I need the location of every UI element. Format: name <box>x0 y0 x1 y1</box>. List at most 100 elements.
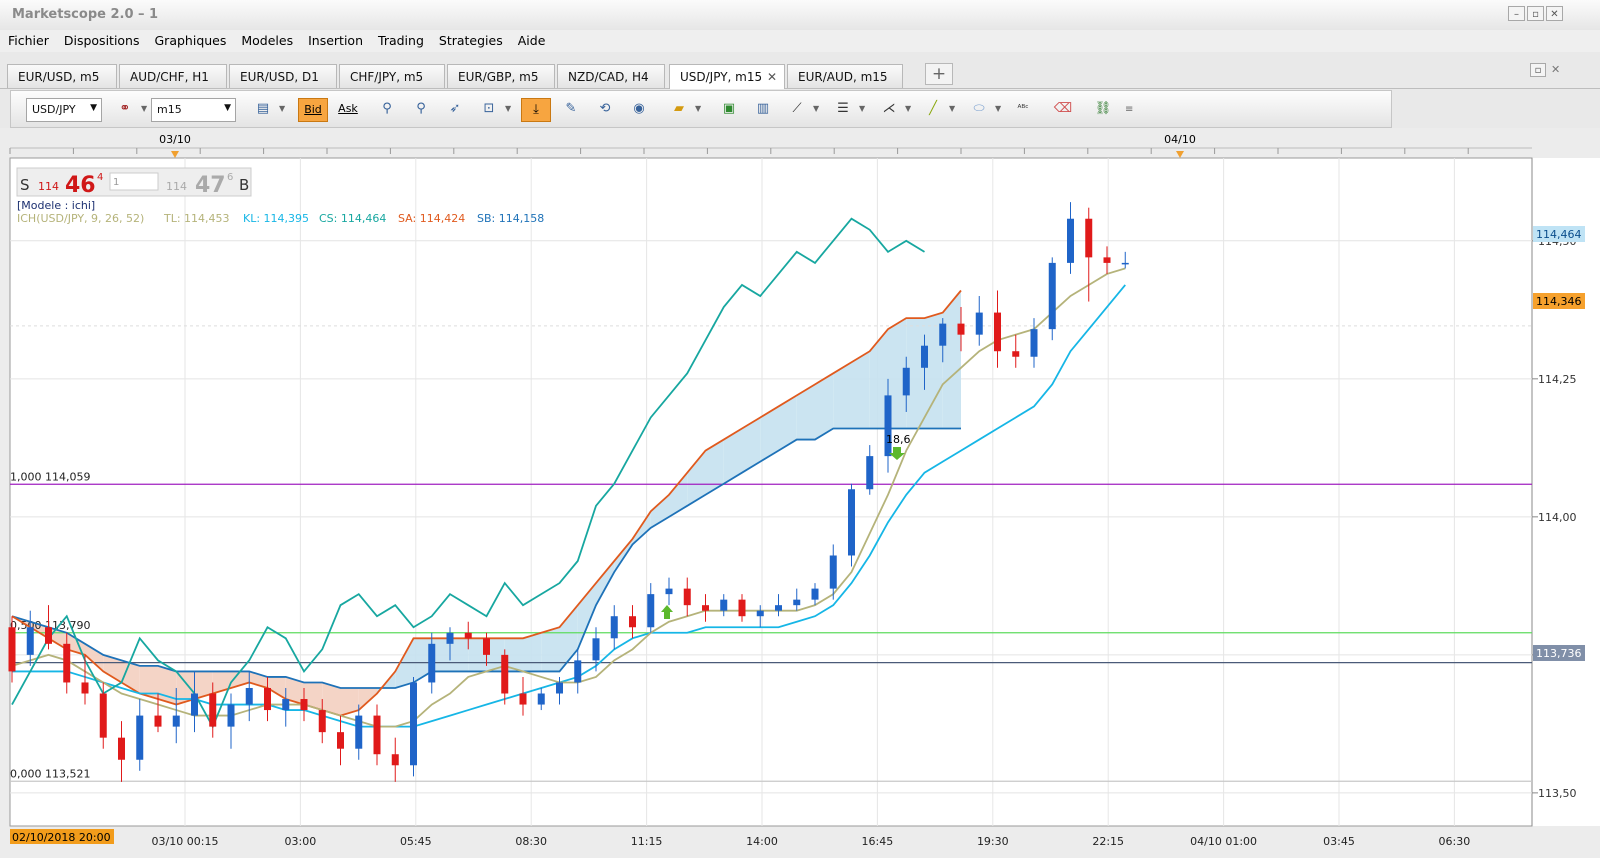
candle-body <box>172 715 180 727</box>
candle-body <box>154 715 162 727</box>
sell-price-fraction: 4 <box>97 172 103 183</box>
candle-body <box>975 312 983 335</box>
candle-body <box>921 345 928 368</box>
candle-body <box>355 715 363 749</box>
time-axis-label: 14:00 <box>746 835 778 848</box>
buy-label[interactable]: B <box>239 176 249 194</box>
sell-label[interactable]: S <box>20 176 30 194</box>
time-axis-label: 11:15 <box>631 835 663 848</box>
cloud-segment <box>942 290 961 429</box>
time-axis-label: 03/10 00:15 <box>152 835 219 848</box>
candle-body <box>738 599 746 617</box>
candle-body <box>683 588 691 606</box>
candle-body <box>318 710 326 733</box>
fibonacci-level-label: 1,000 114,059 <box>10 470 90 483</box>
candle-body <box>665 588 673 595</box>
time-axis-label: 06:30 <box>1439 835 1471 848</box>
candle-body <box>264 687 271 711</box>
candle-body <box>720 599 728 611</box>
signal-label: 18,6 <box>886 433 911 446</box>
legend-senkou-a: SA: 114,424 <box>398 212 465 225</box>
candle-body <box>829 555 837 589</box>
candle-body <box>191 693 198 716</box>
candle-body <box>245 687 253 705</box>
price-tag-hline-text: 113,736 <box>1536 647 1582 660</box>
candle-body <box>227 704 235 727</box>
candle-body <box>775 605 782 611</box>
candle-body <box>8 627 16 672</box>
candle-body <box>45 627 52 644</box>
legend-tenkan: TL: 114,453 <box>163 212 230 225</box>
time-axis-label: 04/10 01:00 <box>1190 835 1257 848</box>
candle-body <box>483 638 490 655</box>
time-axis-label: 19:30 <box>977 835 1009 848</box>
candle-body <box>300 699 308 711</box>
cloud-segment <box>851 351 870 429</box>
price-axis-label: 114,00 <box>1538 511 1577 524</box>
candle-body <box>1103 257 1111 263</box>
candle-body <box>1048 262 1056 330</box>
model-label: [Modele : ichi] <box>17 199 95 212</box>
candle-body <box>811 588 819 600</box>
time-axis-start: 02/10/2018 20:00 <box>12 831 111 844</box>
amount-value: 1 <box>113 177 119 188</box>
candle-body <box>939 323 947 346</box>
candle-body <box>391 754 399 766</box>
candle-body <box>610 616 618 639</box>
candle-body <box>647 594 655 628</box>
buy-price-big: 114 <box>166 180 187 193</box>
candle-body <box>556 682 563 694</box>
top-date-label: 03/10 <box>159 133 191 146</box>
price-chart[interactable]: 1,000 114,0590,500 113,7900,000 113,521 … <box>0 0 1600 858</box>
time-axis-label: 05:45 <box>400 835 432 848</box>
legend-kijun: KL: 114,395 <box>243 212 309 225</box>
legend-chikou: CS: 114,464 <box>319 212 386 225</box>
cloud-segment <box>523 632 542 672</box>
price-axis-label: 114,25 <box>1538 373 1577 386</box>
candle-body <box>884 395 892 457</box>
top-date-label: 04/10 <box>1164 133 1196 146</box>
candle-body <box>592 638 600 661</box>
candle-body <box>373 715 381 755</box>
candle-body <box>118 737 125 760</box>
candle-body <box>464 632 472 639</box>
indicator-legend: ICH(USD/JPY, 9, 26, 52) TL: 114,453 KL: … <box>17 212 544 225</box>
candle-body <box>756 610 764 617</box>
candle-body <box>848 489 855 556</box>
legend-senkou-b: SB: 114,158 <box>477 212 544 225</box>
candle-body <box>63 643 71 683</box>
candle-body <box>282 699 290 711</box>
candle-body <box>410 682 417 766</box>
candle-body <box>501 654 509 694</box>
price-tag-close-text: 114,464 <box>1536 228 1582 241</box>
buy-price-pips[interactable]: 47 <box>195 173 226 198</box>
sell-price-big: 114 <box>38 180 59 193</box>
candle-body <box>793 599 801 606</box>
candle-body <box>337 732 344 749</box>
fibonacci-level-label: 0,000 113,521 <box>10 767 90 780</box>
time-axis-label: 03:00 <box>285 835 317 848</box>
price-axis-panel <box>1532 158 1600 826</box>
candle-body <box>99 693 107 738</box>
candle-body <box>81 682 89 694</box>
candle-body <box>446 632 454 644</box>
candle-body <box>902 367 910 396</box>
time-axis-label: 16:45 <box>862 835 894 848</box>
candle-body <box>866 456 874 490</box>
candle-body <box>428 643 436 683</box>
time-axis-label: 03:45 <box>1323 835 1355 848</box>
candle-body <box>574 660 582 683</box>
candle-body <box>1030 329 1038 357</box>
time-axis-label: 08:30 <box>515 835 547 848</box>
sell-price-pips[interactable]: 46 <box>65 173 96 198</box>
candle-body <box>136 715 144 760</box>
candle-body <box>702 605 709 611</box>
price-axis-label: 113,50 <box>1538 787 1577 800</box>
cloud-segment <box>541 627 560 672</box>
time-axis-label: 22:15 <box>1092 835 1124 848</box>
candle-body <box>629 616 636 628</box>
plot-area[interactable] <box>9 157 1533 827</box>
candle-body <box>1121 262 1129 265</box>
buy-price-fraction: 6 <box>227 172 233 183</box>
candle-body <box>537 693 545 705</box>
